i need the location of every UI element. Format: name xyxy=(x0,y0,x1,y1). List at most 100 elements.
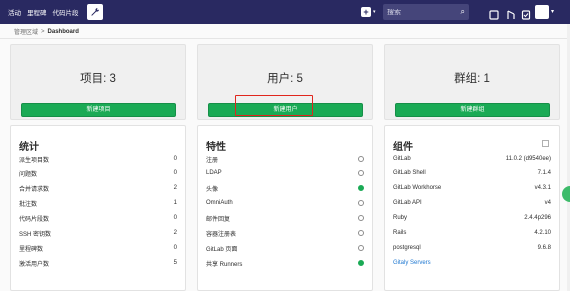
search-input[interactable] xyxy=(387,8,455,16)
feature-row: 容器注册表 xyxy=(206,226,364,240)
stat-label: 里程碑数 xyxy=(19,246,44,253)
groups-count: 群组: 1 xyxy=(454,73,490,85)
users-count: 用户: 5 xyxy=(267,73,303,85)
breadcrumb-current[interactable]: Dashboard xyxy=(48,29,79,35)
component-version: 11.0.2 (d9540ee) xyxy=(505,156,551,162)
new-user-button[interactable]: 新建用户 xyxy=(208,103,363,117)
breadcrumb: 管理区域 > Dashboard xyxy=(14,27,79,37)
nav-link-snippets[interactable]: 代码片段 xyxy=(53,7,79,17)
statistics-title: 统计 xyxy=(19,142,39,153)
projects-card: 项目: 3 新建项目 xyxy=(10,44,186,120)
breadcrumb-admin-area[interactable]: 管理区域 xyxy=(14,27,38,36)
component-row: GitLab 11.0.2 (d9540ee) xyxy=(393,152,551,166)
components-title: 组件 xyxy=(393,142,413,153)
feature-status-icon xyxy=(358,200,364,206)
wrench-icon xyxy=(90,7,99,16)
feature-status-icon xyxy=(358,245,364,251)
stat-label: 合并请求数 xyxy=(19,186,50,193)
feature-row: 共享 Runners xyxy=(206,256,364,270)
feature-label: 头像 xyxy=(206,186,219,193)
breadcrumb-separator: > xyxy=(41,28,45,35)
gitaly-servers-row: Gitaly Servers xyxy=(393,256,551,270)
stat-value: 2 xyxy=(173,230,177,236)
groups-card: 群组: 1 新建群组 xyxy=(384,44,560,120)
stat-row: 激活用户数 5 xyxy=(19,256,177,270)
feature-row: GitLab 页面 xyxy=(206,241,364,255)
feature-label: 邮件回复 xyxy=(206,216,231,223)
new-project-button[interactable]: 新建项目 xyxy=(21,103,176,117)
plus-icon: + xyxy=(361,7,371,17)
component-version: 4.2.10 xyxy=(534,230,551,236)
stat-label: 派生项目数 xyxy=(19,157,50,164)
stat-row: 代码片段数 0 xyxy=(19,211,177,225)
component-label: GitLab Shell xyxy=(393,170,426,176)
feature-label: OmniAuth xyxy=(206,200,233,206)
stat-row: 派生项目数 0 xyxy=(19,152,177,166)
statistics-card: 统计 派生项目数 0 问题数 0 合并请求数 2 批注数 1 代码片段数 0 SSH 密钥… xyxy=(10,125,186,291)
projects-count: 项目: 3 xyxy=(80,73,116,85)
top-navbar: 活动 里程碑 代码片段 xyxy=(0,0,570,24)
floating-widget-icon[interactable] xyxy=(562,186,570,202)
feature-status-icon xyxy=(358,185,364,191)
component-label: postgresql xyxy=(393,245,421,251)
admin-area-button[interactable] xyxy=(86,4,103,20)
component-label: Ruby xyxy=(393,215,408,221)
feature-status-icon xyxy=(358,260,364,266)
stat-row: 合并请求数 2 xyxy=(19,181,177,195)
feature-status-icon xyxy=(358,156,364,162)
search-icon: ⌕ xyxy=(460,7,465,16)
stat-value: 0 xyxy=(173,156,177,162)
feature-row: 邮件回复 xyxy=(206,211,364,225)
component-row: Rails 4.2.10 xyxy=(393,226,551,240)
divider xyxy=(0,38,570,39)
stat-value: 2 xyxy=(173,185,177,191)
component-label: GitLab Workhorse xyxy=(393,185,442,191)
stat-label: 问题数 xyxy=(19,171,38,178)
feature-status-icon xyxy=(358,230,364,236)
component-row: GitLab Workhorse v4.3.1 xyxy=(393,181,551,195)
component-version: 7.1.4 xyxy=(537,170,551,176)
gitaly-servers-link[interactable]: Gitaly Servers xyxy=(393,260,431,266)
new-group-button[interactable]: 新建群组 xyxy=(395,103,550,117)
feature-label: 容器注册表 xyxy=(206,231,237,238)
feature-row: 头像 xyxy=(206,181,364,195)
components-card: 组件 GitLab 11.0.2 (d9540ee) GitLab Shell 7.… xyxy=(384,125,560,291)
stat-row: 里程碑数 0 xyxy=(19,241,177,255)
component-label: Rails xyxy=(393,230,407,236)
stat-row: 批注数 1 xyxy=(19,196,177,210)
nav-link-activity[interactable]: 活动 xyxy=(8,7,21,17)
nav-link-milestones[interactable]: 里程碑 xyxy=(27,7,47,17)
component-version: v4 xyxy=(544,200,551,206)
features-card: 特性 注册 LDAP 头像 OmniAuth 邮件回复 容器注册表 GitLab… xyxy=(197,125,373,291)
feature-status-icon xyxy=(358,215,364,221)
feature-label: 注册 xyxy=(206,157,219,164)
merge-requests-icon[interactable] xyxy=(506,7,516,19)
feature-status-icon xyxy=(358,170,364,176)
feature-label: 共享 Runners xyxy=(206,261,243,268)
stat-value: 0 xyxy=(173,245,177,251)
component-label: GitLab xyxy=(393,156,411,162)
avatar[interactable] xyxy=(535,5,549,19)
feature-label: LDAP xyxy=(206,170,222,176)
feature-label: GitLab 页面 xyxy=(206,246,238,253)
stat-label: 代码片段数 xyxy=(19,216,50,223)
component-version: 9.6.8 xyxy=(537,245,551,251)
feature-row: 注册 xyxy=(206,152,364,166)
feature-row: OmniAuth xyxy=(206,196,364,210)
new-dropdown-button[interactable]: + ▾ xyxy=(361,6,376,18)
component-row: postgresql 9.6.8 xyxy=(393,241,551,255)
todos-icon[interactable] xyxy=(521,7,531,20)
stat-label: 批注数 xyxy=(19,201,38,208)
issues-icon[interactable] xyxy=(489,7,499,20)
stat-label: SSH 密钥数 xyxy=(19,231,52,238)
component-label: GitLab API xyxy=(393,200,422,206)
feature-row: LDAP xyxy=(206,166,364,180)
users-card: 用户: 5 新建用户 xyxy=(197,44,373,120)
stat-row: SSH 密钥数 2 xyxy=(19,226,177,240)
component-version: v4.3.1 xyxy=(534,185,551,191)
chevron-down-icon: ▾ xyxy=(373,9,376,15)
chevron-down-icon[interactable]: ▾ xyxy=(551,8,554,15)
stat-value: 0 xyxy=(173,170,177,176)
component-row: Ruby 2.4.4p296 xyxy=(393,211,551,225)
search-box[interactable]: ⌕ xyxy=(383,4,469,20)
